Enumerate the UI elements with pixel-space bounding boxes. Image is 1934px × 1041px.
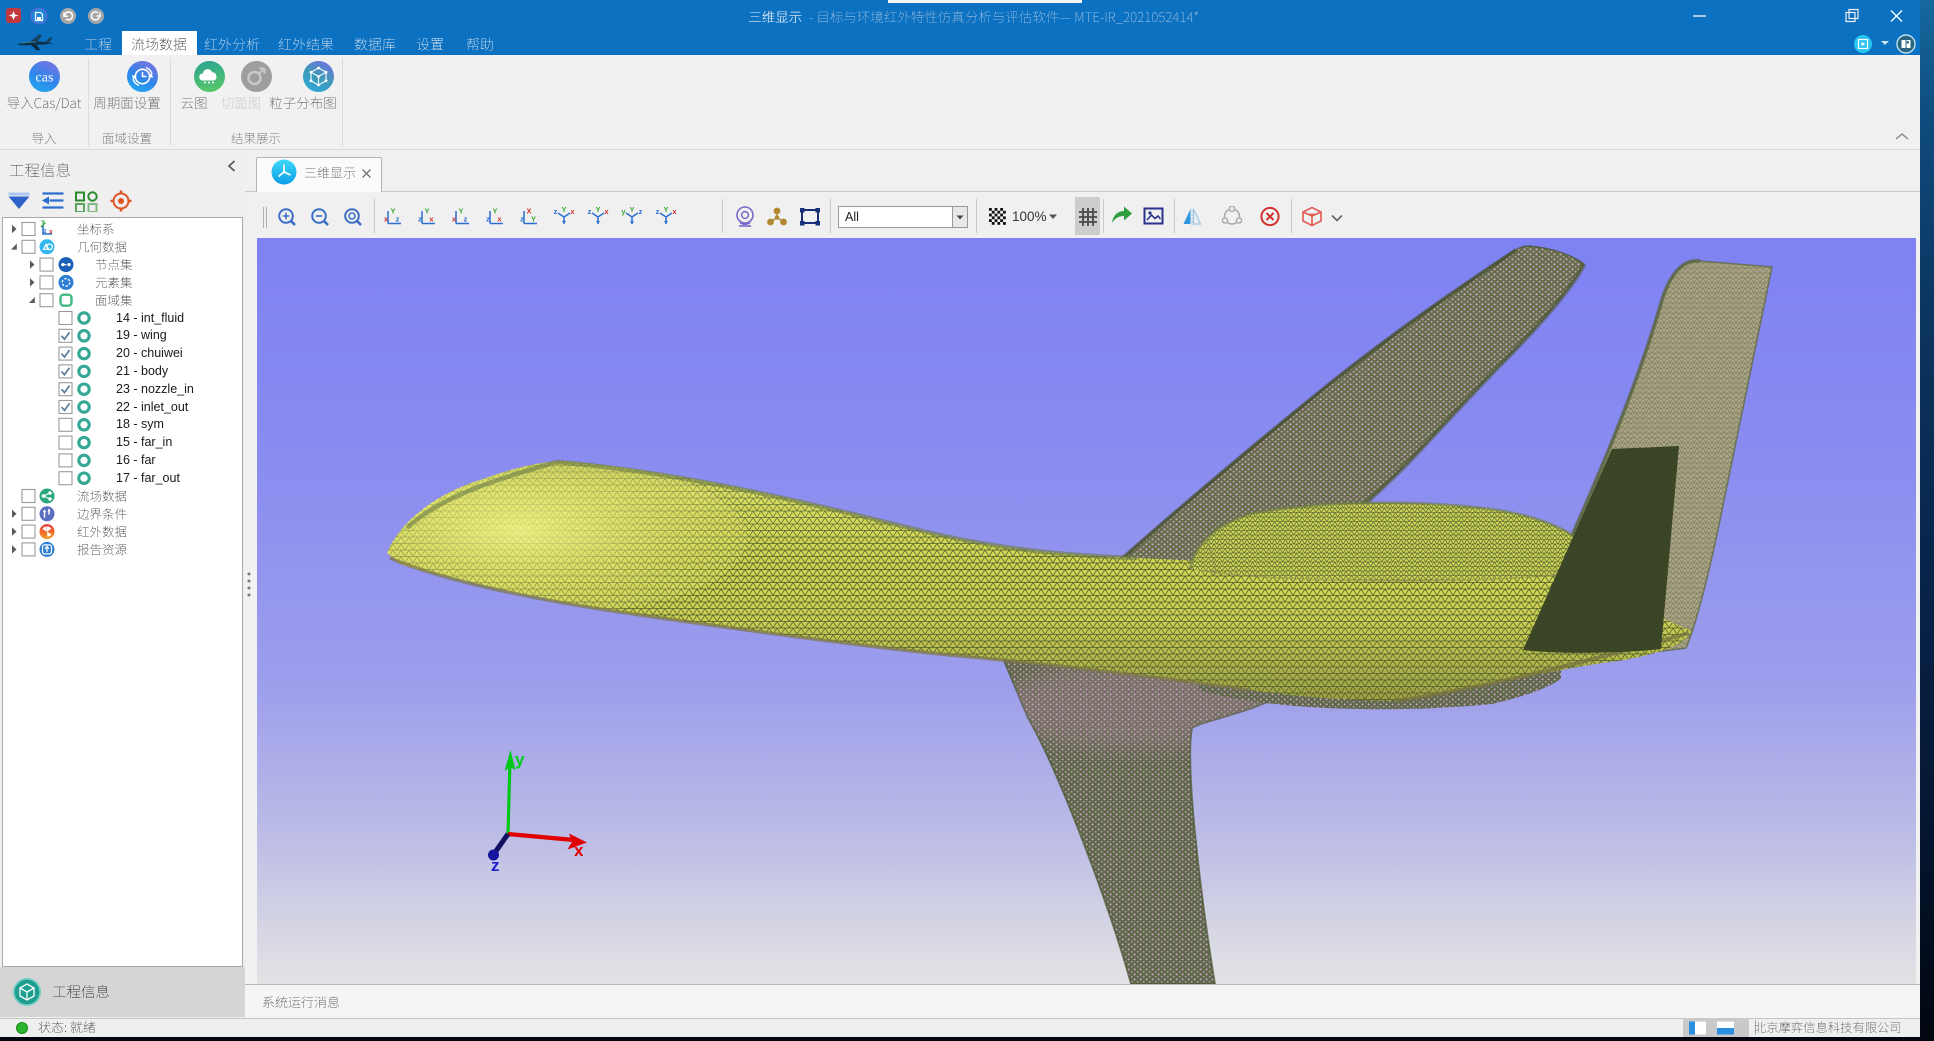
svg-text:x: x (429, 215, 434, 224)
svg-text:z: z (554, 207, 558, 216)
svg-text:z: z (491, 856, 500, 875)
svg-text:z: z (656, 207, 660, 216)
svg-text:x: x (574, 841, 584, 860)
svg-text:z: z (520, 215, 524, 224)
svg-text:z: z (396, 215, 400, 224)
svg-text:z: z (418, 215, 422, 224)
svg-text:x: x (672, 207, 677, 216)
svg-text:Y: Y (561, 205, 566, 214)
svg-text:z: z (464, 215, 468, 224)
svg-text:z: z (486, 215, 490, 224)
svg-text:x: x (49, 228, 53, 235)
svg-text:x: x (570, 207, 575, 216)
svg-text:cas: cas (36, 71, 54, 86)
svg-text:y: y (621, 207, 626, 216)
svg-text:z: z (44, 229, 47, 235)
svg-text:z: z (639, 207, 643, 216)
svg-text:Y: Y (663, 205, 668, 214)
svg-text:x: x (497, 215, 502, 224)
svg-text:Y: Y (629, 205, 634, 214)
svg-text:Y: Y (595, 205, 600, 214)
svg-text:Y: Y (41, 221, 45, 227)
svg-text:z: z (588, 207, 592, 216)
svg-text:x: x (604, 207, 609, 216)
svg-text:y: y (515, 750, 525, 769)
svg-text:Y: Y (531, 215, 536, 224)
